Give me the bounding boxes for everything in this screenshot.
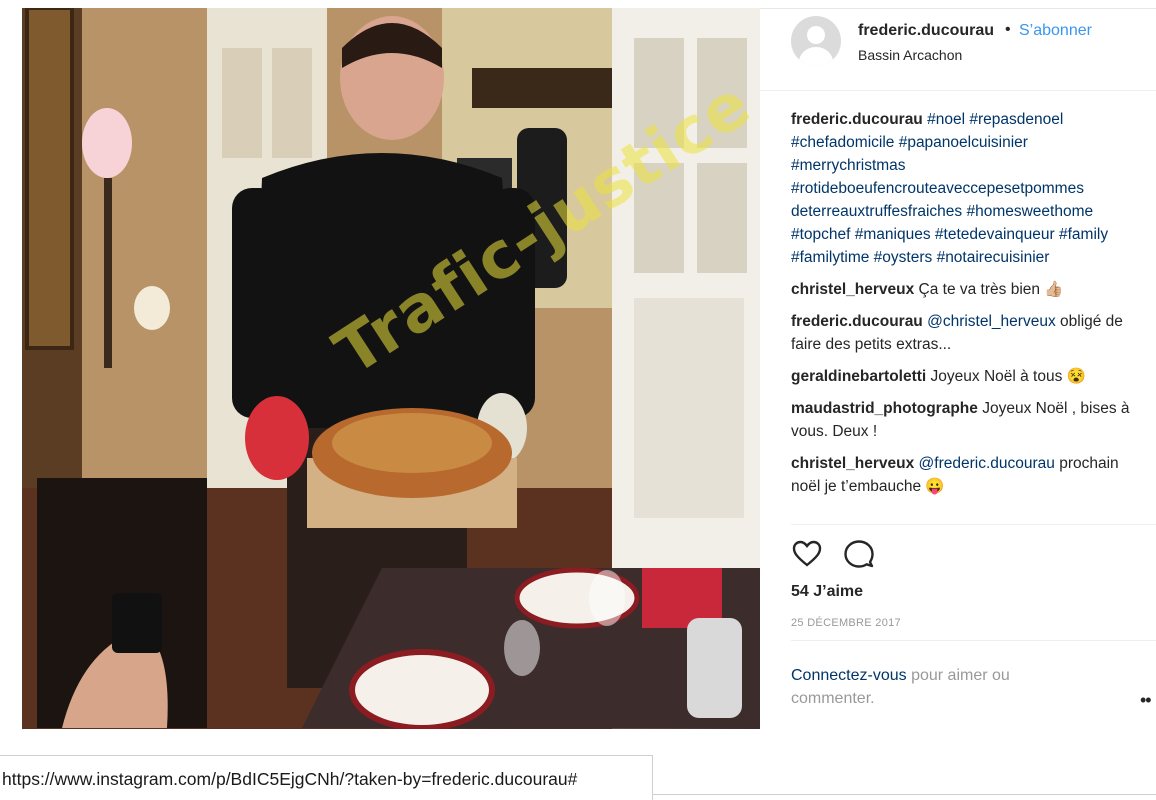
comment-username[interactable]: christel_herveux <box>791 455 914 472</box>
comment-username[interactable]: christel_herveux <box>791 281 914 298</box>
avatar-head <box>807 26 825 44</box>
browser-status-bar: https://www.instagram.com/p/BdIC5EjgCNh/… <box>0 755 653 800</box>
divider <box>652 794 1156 795</box>
comment-item: christel_herveux Ça te va très bien 👍🏼 <box>791 278 1131 301</box>
login-prompt: Connectez-vous pour aimer ou commenter. <box>791 664 1091 710</box>
post-photo[interactable]: Trafic-justice <box>22 8 760 729</box>
comment-item: christel_herveux @frederic.ducourau proc… <box>791 452 1131 498</box>
heart-icon[interactable] <box>791 538 823 570</box>
post-date: 25 DÉCEMBRE 2017 <box>791 617 901 629</box>
divider <box>791 640 1156 641</box>
comment-username[interactable]: maudastrid_photographe <box>791 400 978 417</box>
post-location[interactable]: Bassin Arcachon <box>858 47 962 63</box>
caption-username[interactable]: frederic.ducourau <box>791 111 923 128</box>
caption: frederic.ducourau #noel #repasdenoel #ch… <box>791 108 1131 269</box>
comment-text: Ça te va très bien 👍🏼 <box>918 281 1064 298</box>
avatar[interactable] <box>791 16 841 66</box>
follow-button[interactable]: S’abonner <box>1019 22 1092 40</box>
comment-text: Joyeux Noël à tous 😵 <box>930 368 1086 385</box>
post-sidebar: frederic.ducourau • S’abonner Bassin Arc… <box>760 8 1156 729</box>
status-url: https://www.instagram.com/p/BdIC5EjgCNh/… <box>2 769 578 789</box>
more-options-icon[interactable]: •• <box>1140 690 1152 711</box>
comment-username[interactable]: geraldinebartoletti <box>791 368 926 385</box>
avatar-body <box>799 47 833 66</box>
comment-mention[interactable]: @frederic.ducourau <box>919 455 1055 472</box>
comments-list: frederic.ducourau #noel #repasdenoel #ch… <box>791 108 1131 507</box>
header-separator: • <box>1005 21 1011 38</box>
login-link[interactable]: Connectez-vous <box>791 667 907 684</box>
comment-item: geraldinebartoletti Joyeux Noël à tous 😵 <box>791 365 1131 388</box>
divider <box>791 524 1156 525</box>
comment-mention[interactable]: @christel_herveux <box>927 313 1056 330</box>
comment-item: maudastrid_photographe Joyeux Noël , bis… <box>791 397 1131 443</box>
comment-bubble-icon[interactable] <box>843 538 875 570</box>
comment-username[interactable]: frederic.ducourau <box>791 313 923 330</box>
comment-item: frederic.ducourau @christel_herveux obli… <box>791 310 1131 356</box>
likes-count[interactable]: 54 J’aime <box>791 583 863 601</box>
post-header: frederic.ducourau • S’abonner Bassin Arc… <box>760 8 1156 91</box>
header-username[interactable]: frederic.ducourau <box>858 22 994 40</box>
caption-hashtags[interactable]: #noel #repasdenoel #chefadomicile #papan… <box>791 111 1108 266</box>
